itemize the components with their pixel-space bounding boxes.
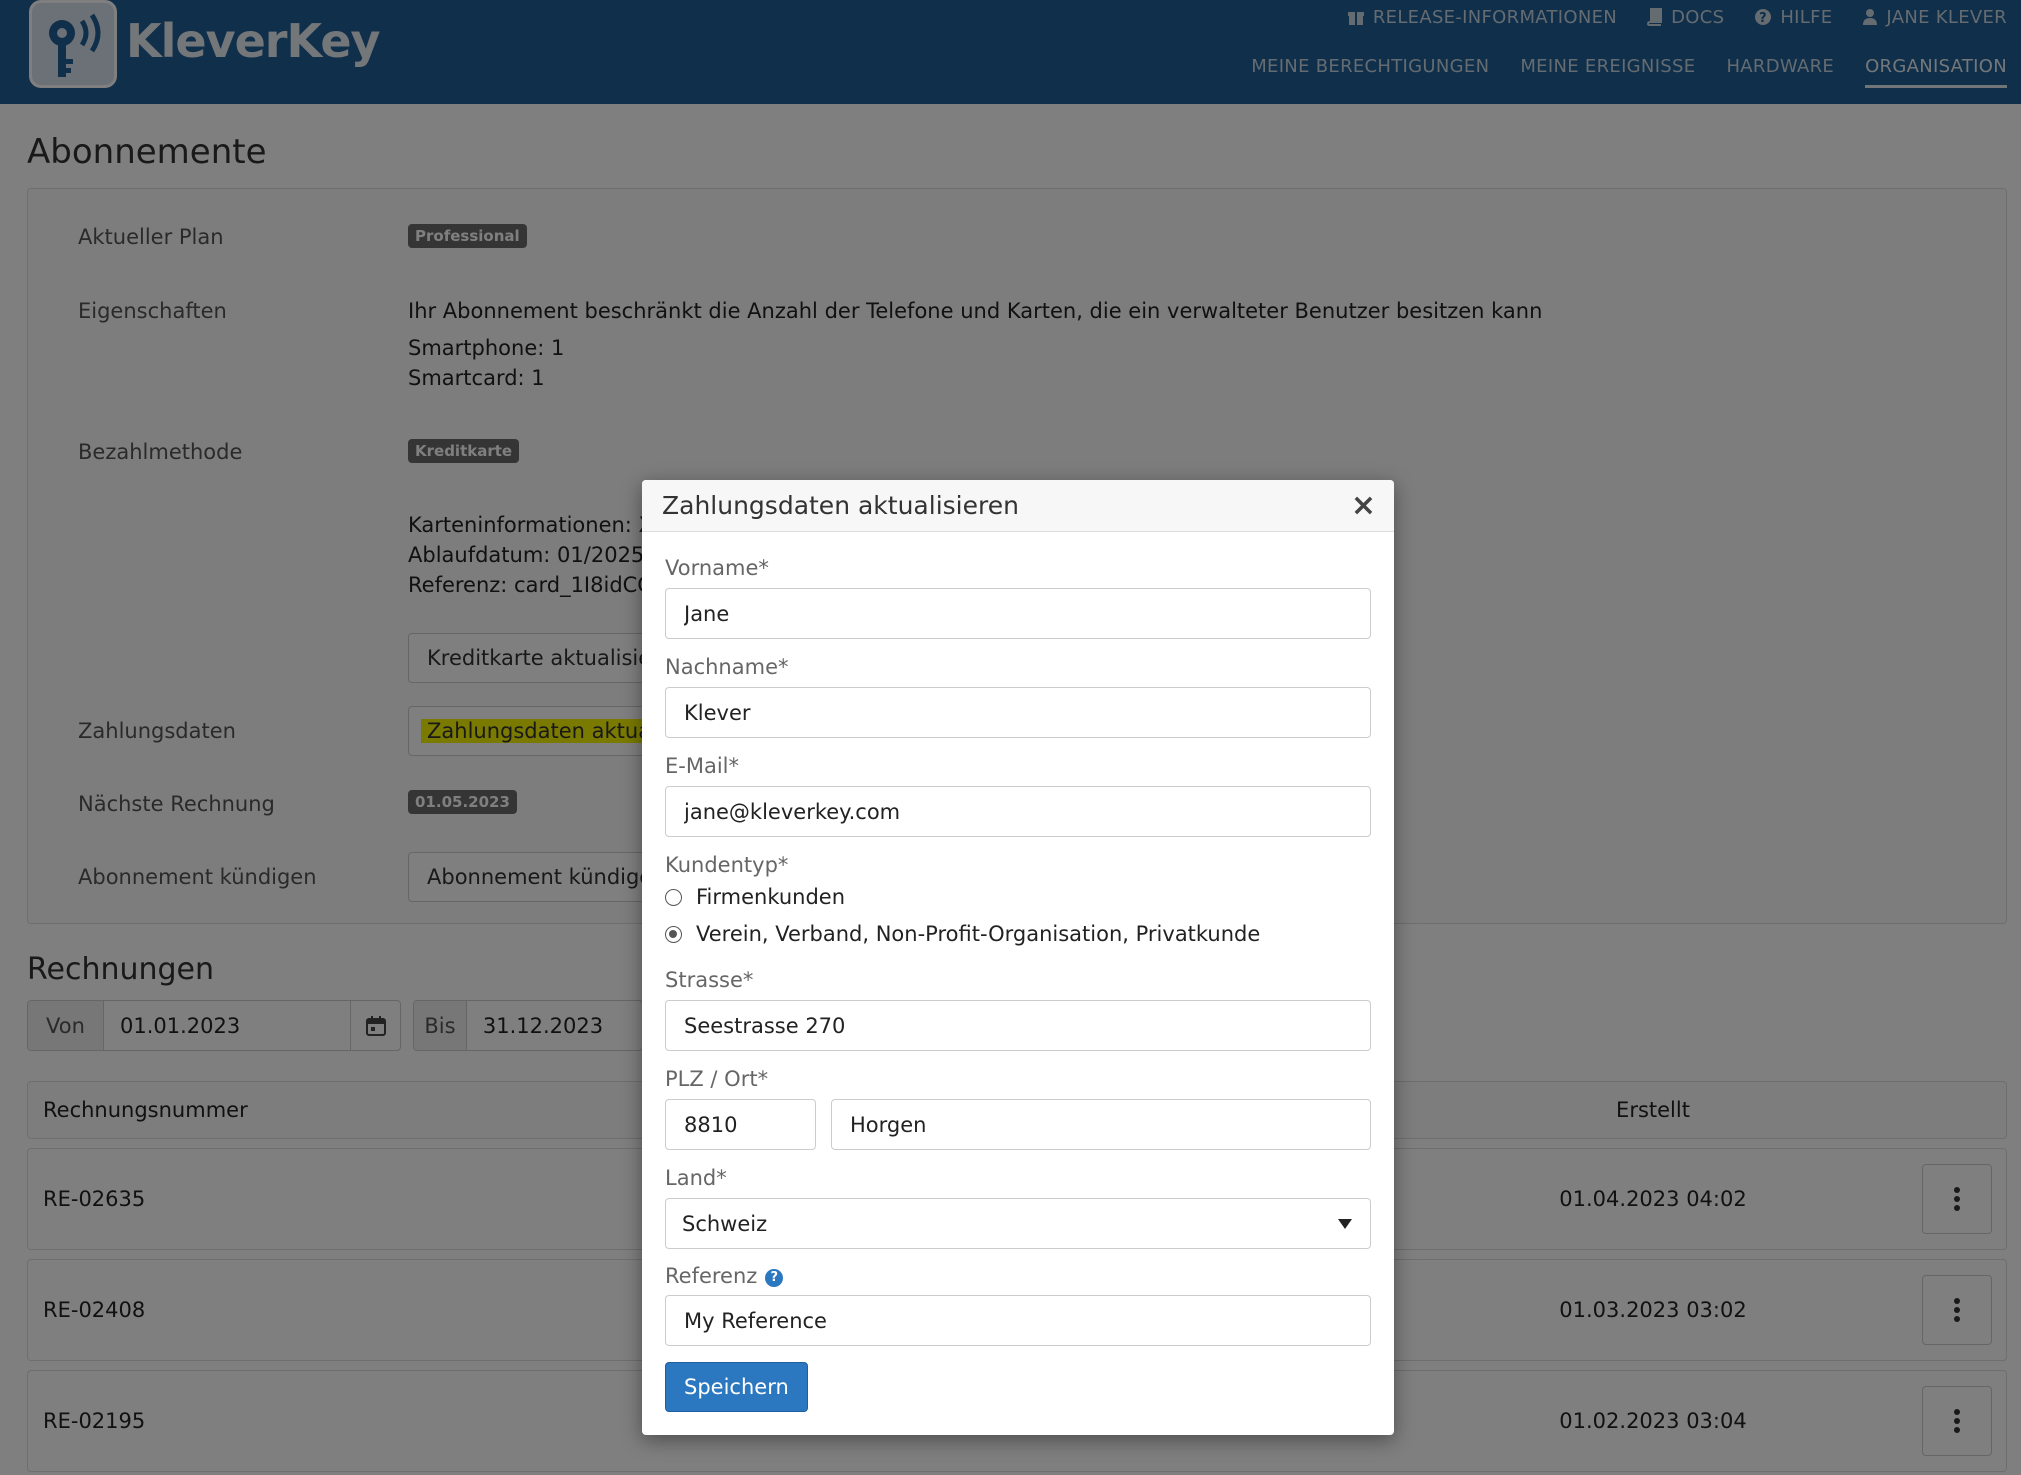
email-input[interactable]	[665, 786, 1371, 837]
customer-type-company-label: Firmenkunden	[696, 885, 846, 909]
firstname-input[interactable]	[665, 588, 1371, 639]
modal-header: Zahlungsdaten aktualisieren ×	[642, 480, 1394, 532]
lastname-label: Nachname*	[665, 655, 789, 679]
customer-type-private[interactable]: Verein, Verband, Non-Profit-Organisation…	[665, 922, 1260, 946]
reference-label-row: Referenz?	[665, 1264, 784, 1288]
modal-title: Zahlungsdaten aktualisieren	[662, 491, 1019, 520]
street-label: Strasse*	[665, 968, 754, 992]
save-button[interactable]: Speichern	[665, 1362, 808, 1412]
dropdown-arrow-icon	[1338, 1219, 1352, 1229]
reference-label: Referenz	[665, 1264, 758, 1288]
country-label: Land*	[665, 1166, 727, 1190]
firstname-label: Vorname*	[665, 556, 769, 580]
email-label: E-Mail*	[665, 754, 740, 778]
close-icon[interactable]: ×	[1351, 488, 1376, 523]
radio-company[interactable]	[665, 888, 682, 906]
payment-data-modal: Zahlungsdaten aktualisieren × Vorname* N…	[642, 480, 1394, 1435]
customer-type-company[interactable]: Firmenkunden	[665, 885, 845, 909]
zip-city-label: PLZ / Ort*	[665, 1067, 769, 1091]
reference-input[interactable]	[665, 1295, 1371, 1346]
lastname-input[interactable]	[665, 687, 1371, 738]
city-input[interactable]	[831, 1099, 1371, 1150]
street-input[interactable]	[665, 1000, 1371, 1051]
help-icon[interactable]: ?	[765, 1269, 784, 1287]
country-select[interactable]: Schweiz	[665, 1198, 1371, 1249]
customer-type-private-label: Verein, Verband, Non-Profit-Organisation…	[696, 922, 1261, 946]
radio-private[interactable]	[665, 925, 682, 943]
country-selected: Schweiz	[682, 1211, 768, 1236]
zip-input[interactable]	[665, 1099, 816, 1150]
customer-type-label: Kundentyp*	[665, 853, 789, 877]
